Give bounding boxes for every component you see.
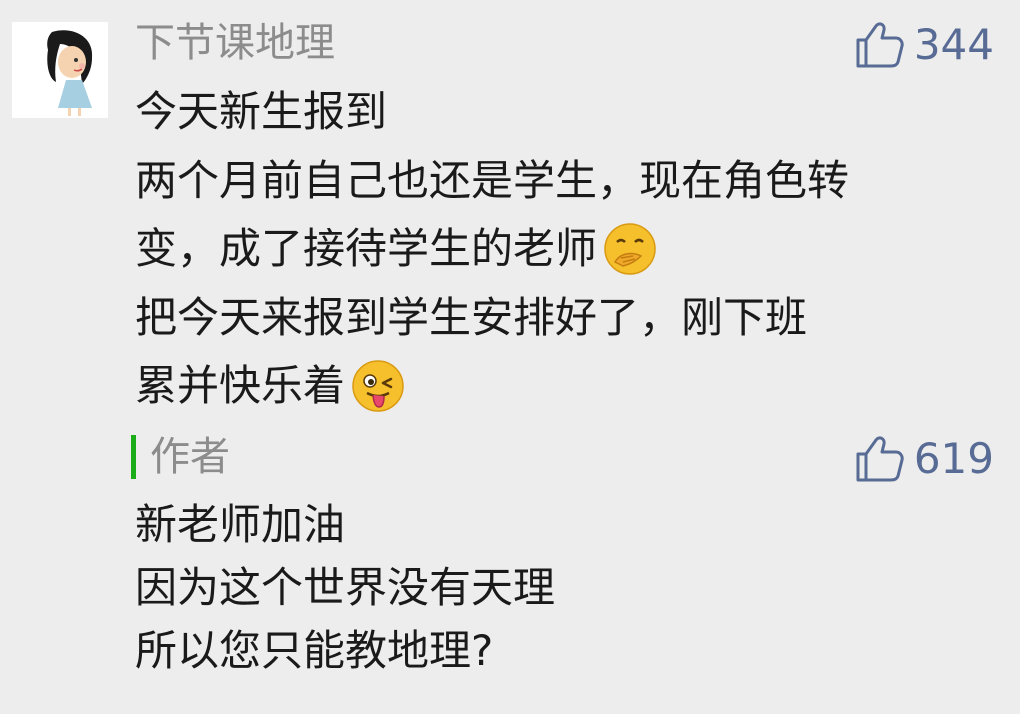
author-label: 作者 — [150, 434, 230, 480]
comment-like-count: 344 — [913, 20, 994, 69]
author-reply-bar — [131, 435, 136, 479]
avatar[interactable] — [12, 22, 108, 118]
smirk-hand-over-mouth-emoji-icon — [604, 223, 656, 275]
reply-line: 新老师加油 — [135, 500, 346, 549]
author-reply-header: 作者 — [131, 432, 230, 482]
reply-like-count: 619 — [913, 434, 994, 483]
thumbs-up-icon — [856, 436, 904, 482]
comment-line: 今天新生报到 — [135, 87, 388, 136]
reply-like-button[interactable]: 619 — [852, 432, 994, 486]
reply-line: 所以您只能教地理? — [135, 626, 494, 675]
author-reply-body: 新老师加油 因为这个世界没有天理 所以您只能教地理? — [135, 493, 995, 682]
comment-username[interactable]: 下节课地理 — [135, 14, 335, 72]
comment-line: 变，成了接待学生的老师 — [135, 215, 995, 284]
winking-tongue-out-emoji-icon — [352, 360, 404, 412]
reply-line: 因为这个世界没有天理 — [135, 563, 556, 612]
thumbs-up-icon — [856, 22, 904, 68]
comment-line: 累并快乐着 — [135, 352, 995, 421]
comment-line: 两个月前自己也还是学生，现在角色转 — [135, 155, 850, 205]
comment-body: 今天新生报到 两个月前自己也还是学生，现在角色转 变，成了接待学生的老师 把今天… — [135, 78, 995, 421]
comment-line: 把今天来报到学生安排好了，刚下班 — [135, 292, 808, 342]
cartoon-girl-avatar-icon — [12, 22, 108, 118]
comment-like-button[interactable]: 344 — [852, 18, 994, 72]
